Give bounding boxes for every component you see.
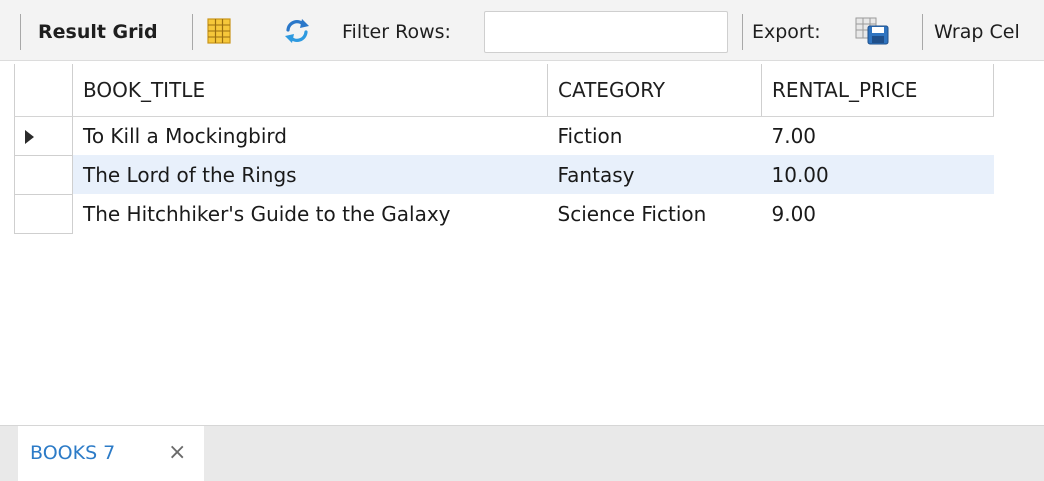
row-header[interactable] (14, 155, 73, 195)
cell-rental-price[interactable]: 9.00 (762, 194, 994, 233)
cell-book-title[interactable]: The Lord of the Rings (72, 155, 548, 194)
tab-books-7[interactable]: BOOKS 7 × (18, 426, 204, 481)
result-toolbar: Result Grid Filter Rows: Export: Wrap Ce… (0, 0, 1044, 61)
cell-category[interactable]: Fantasy (547, 155, 762, 194)
column-header-book-title[interactable]: BOOK_TITLE (72, 64, 548, 117)
result-grid: BOOK_TITLE CATEGORY RENTAL_PRICE To Kill… (14, 64, 994, 234)
cell-rental-price[interactable]: 10.00 (761, 155, 994, 194)
result-table: BOOK_TITLE CATEGORY RENTAL_PRICE To Kill… (14, 64, 994, 234)
toolbar-separator (742, 14, 743, 50)
row-cursor-icon (25, 130, 34, 144)
row-header[interactable] (14, 194, 73, 234)
wrap-cell-label[interactable]: Wrap Cel (934, 19, 1020, 45)
cell-category[interactable]: Science Fiction (548, 194, 762, 233)
filter-rows-label: Filter Rows: (342, 21, 451, 43)
cell-category[interactable]: Fiction (548, 116, 762, 155)
table-row[interactable]: To Kill a Mockingbird Fiction 7.00 (14, 116, 994, 156)
table-row[interactable]: The Hitchhiker's Guide to the Galaxy Sci… (14, 194, 994, 234)
close-icon[interactable]: × (168, 440, 186, 466)
cell-rental-price[interactable]: 7.00 (762, 116, 994, 155)
toolbar-separator (922, 14, 923, 50)
toolbar-separator (192, 14, 193, 50)
result-tab-bar: BOOKS 7 × (0, 425, 1044, 481)
column-header-category[interactable]: CATEGORY (547, 64, 762, 117)
corner-cell[interactable] (14, 64, 73, 117)
result-grid-label[interactable]: Result Grid (38, 19, 158, 45)
column-header-rental-price[interactable]: RENTAL_PRICE (761, 64, 994, 117)
header-row: BOOK_TITLE CATEGORY RENTAL_PRICE (14, 64, 994, 117)
export-save-icon[interactable] (854, 16, 894, 46)
refresh-icon[interactable] (282, 16, 312, 46)
tab-label[interactable]: BOOKS 7 (30, 440, 115, 466)
export-label: Export: (752, 21, 821, 43)
grid-layout-icon[interactable] (204, 16, 234, 46)
result-grid-panel: Result Grid Filter Rows: Export: Wrap Ce… (0, 0, 1044, 481)
toolbar-separator (20, 14, 21, 50)
cell-book-title[interactable]: To Kill a Mockingbird (73, 116, 548, 155)
table-row[interactable]: The Lord of the Rings Fantasy 10.00 (14, 155, 994, 195)
row-header[interactable] (14, 116, 73, 156)
filter-rows-input[interactable] (484, 11, 728, 53)
cell-book-title[interactable]: The Hitchhiker's Guide to the Galaxy (73, 194, 548, 233)
